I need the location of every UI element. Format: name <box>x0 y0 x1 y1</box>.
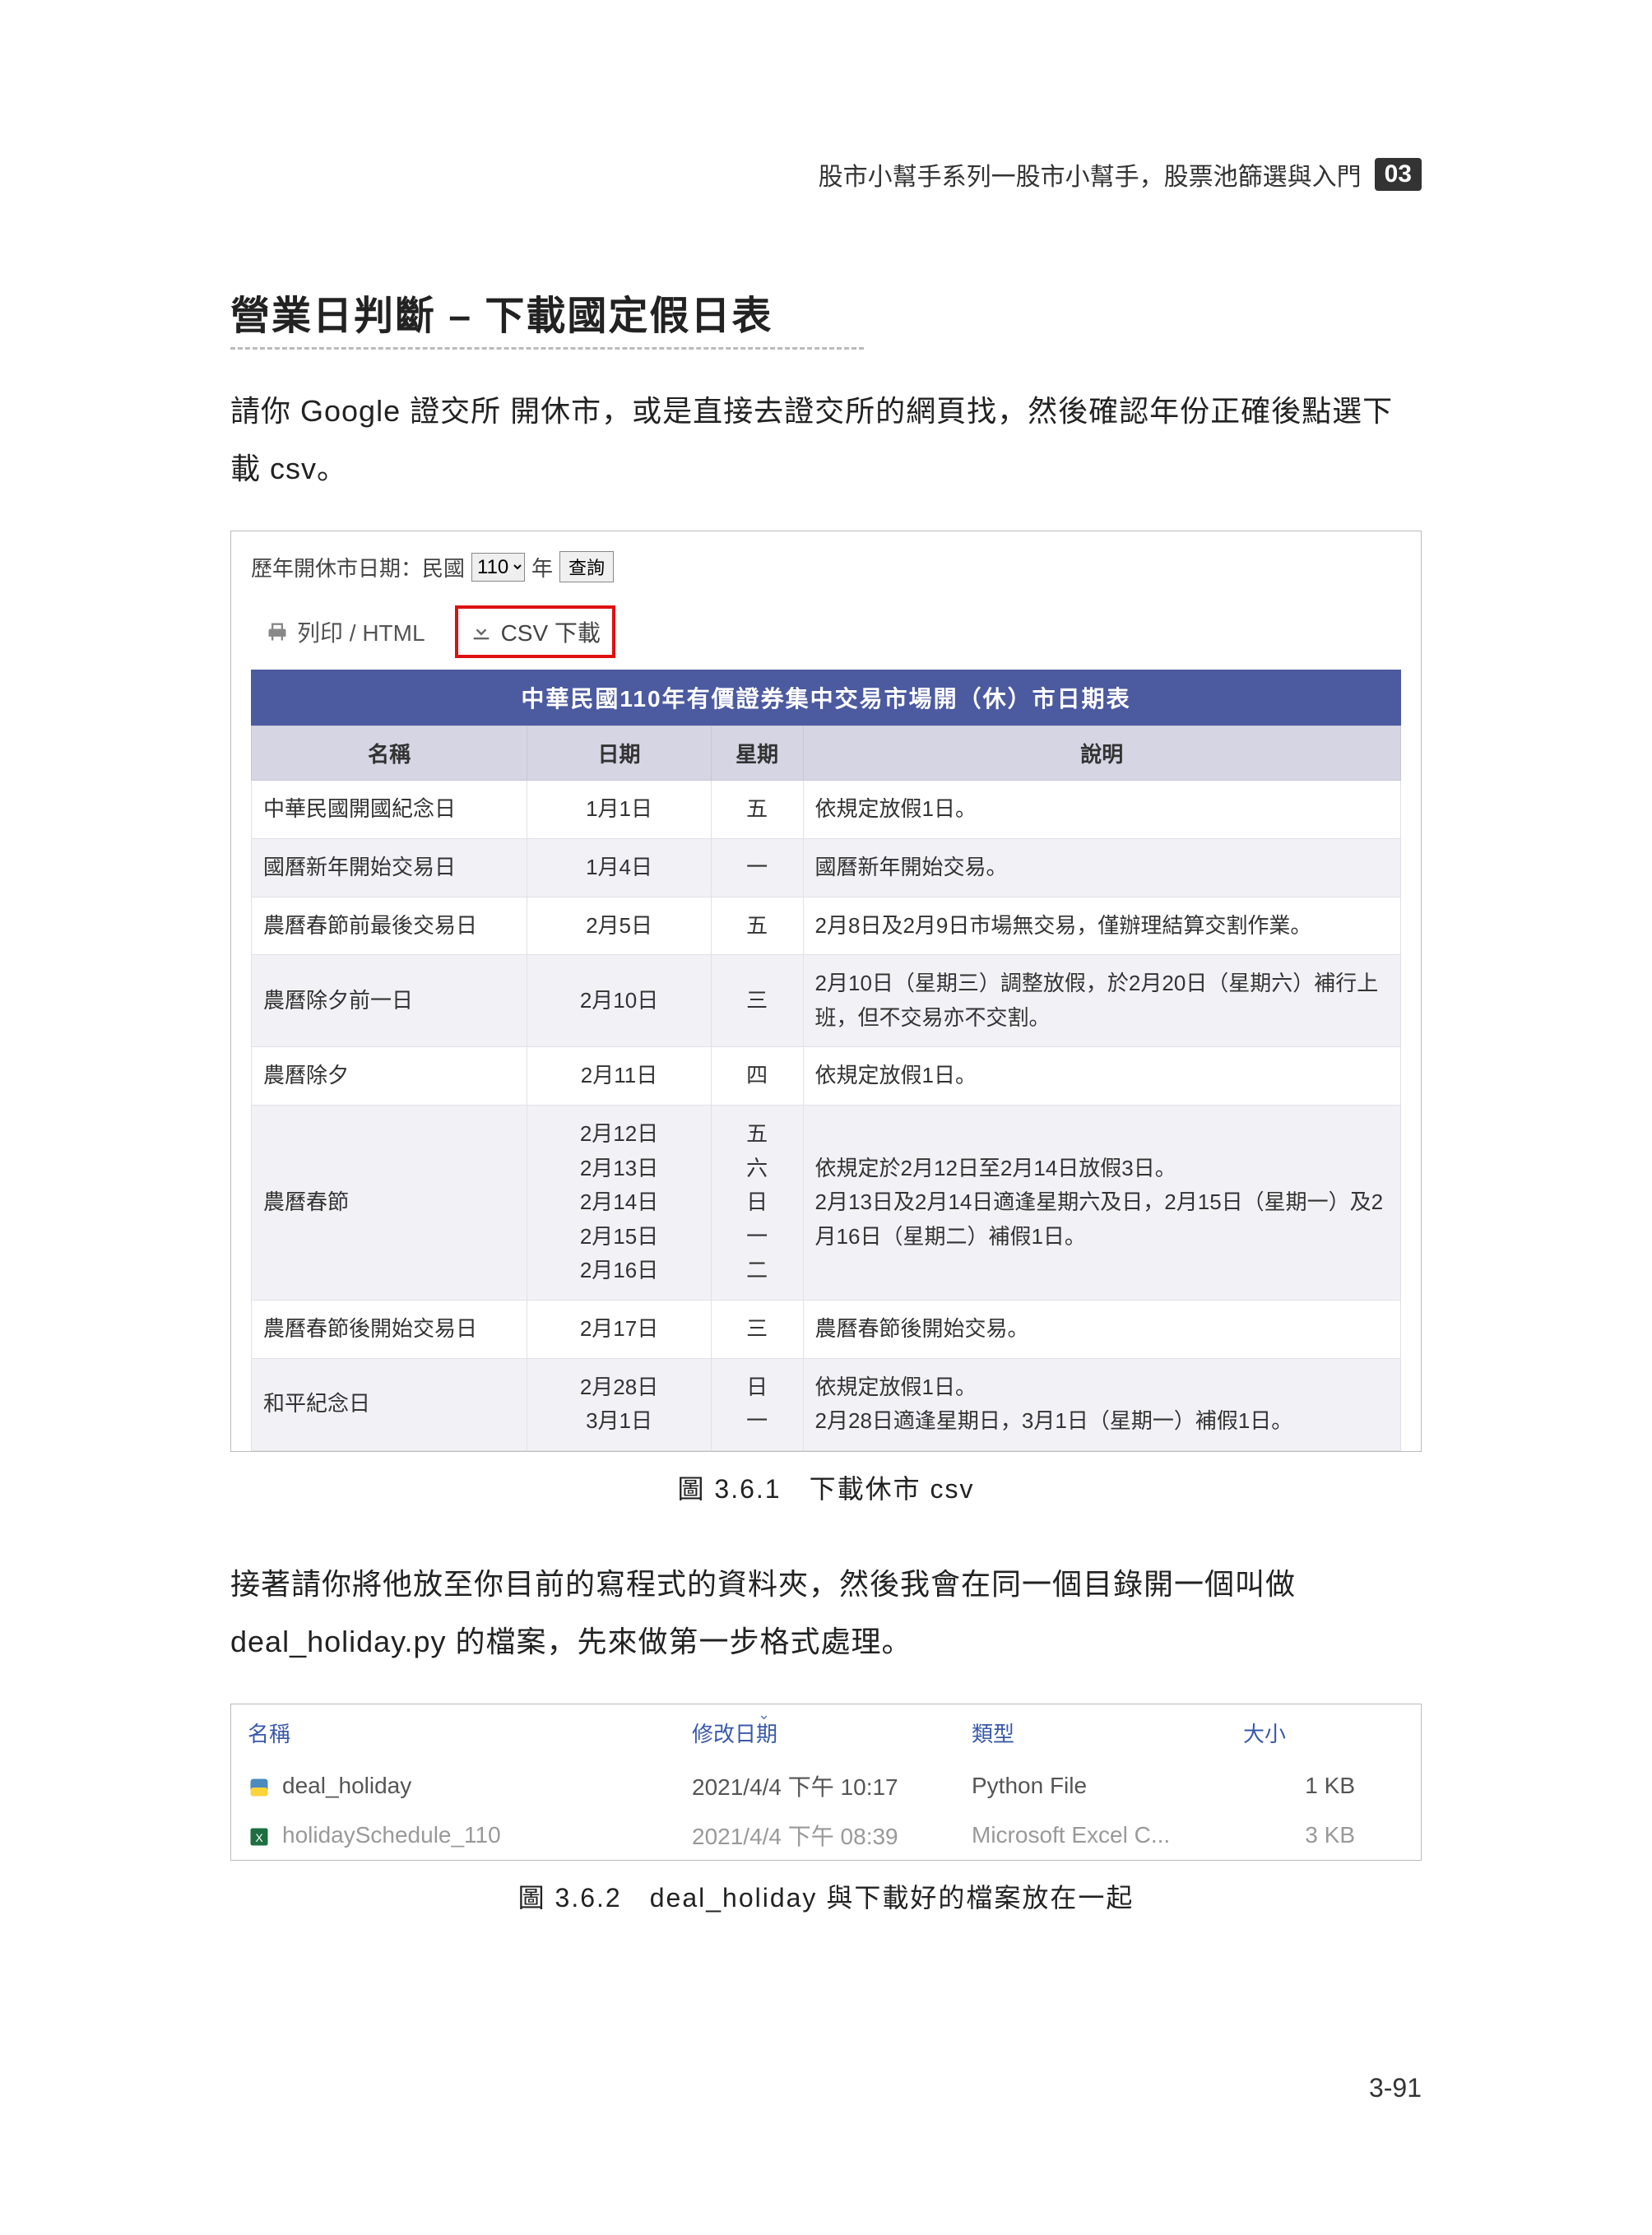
query-row: 歷年開休市日期：民國 110 年 查詢 <box>251 551 1401 582</box>
table-row: 和平紀念日2月28日 3月1日日 一依規定放假1日。 2月28日適逢星期日，3月… <box>252 1358 1401 1450</box>
file-row[interactable]: XholidaySchedule_110 2021/4/4 下午 08:39Mic… <box>231 1811 1421 1860</box>
table-row: 農曆除夕2月11日四依規定放假1日。 <box>252 1047 1401 1106</box>
screenshot-file-explorer: 名稱 ⌄ 修改日期 類型 大小 deal_holiday 2021/4/4 下午 … <box>230 1704 1422 1861</box>
cell-date: 2月5日 <box>527 897 712 955</box>
csv-label: CSV 下載 <box>501 615 601 648</box>
svg-text:X: X <box>255 1831 263 1844</box>
cell-weekday: 五 <box>711 781 803 839</box>
breadcrumb: 股市小幫手系列一股市小幫手，股票池篩選與入門 03 <box>230 156 1422 192</box>
download-icon <box>470 620 493 643</box>
cell-date: 1月4日 <box>527 838 712 897</box>
cell-date: 1月1日 <box>527 781 712 839</box>
csv-download-button[interactable]: CSV 下載 <box>455 605 615 658</box>
cell-desc: 2月8日及2月9日市場無交易，僅辦理結算交割作業。 <box>803 897 1400 955</box>
cell-desc: 國曆新年開始交易。 <box>803 838 1400 897</box>
search-button[interactable]: 查詢 <box>559 551 614 582</box>
cell-name: 農曆春節 <box>252 1105 527 1300</box>
table-caption: 中華民國110年有價證券集中交易市場開（休）市日期表 <box>251 670 1401 726</box>
intro-paragraph: 請你 Google 證交所 開休市，或是直接去證交所的網頁找，然後確認年份正確後… <box>230 383 1422 498</box>
files-header: 名稱 ⌄ 修改日期 類型 大小 <box>231 1704 1421 1761</box>
cell-name: 農曆除夕 <box>252 1047 527 1106</box>
cell-date: 2月28日 3月1日 <box>527 1358 712 1450</box>
cell-name: 農曆春節後開始交易日 <box>252 1300 527 1358</box>
file-date: 2021/4/4 下午 08:39 <box>692 1819 972 1852</box>
screenshot-holiday-table: 歷年開休市日期：民國 110 年 查詢 列印 / HTML CSV 下載 <box>230 531 1422 1451</box>
col-weekday: 星期 <box>711 726 803 781</box>
section-title: 營業日判斷 – 下載國定假日表 <box>230 283 1422 341</box>
cell-weekday: 一 <box>711 838 803 897</box>
cell-name: 和平紀念日 <box>252 1358 527 1450</box>
files-col-date[interactable]: ⌄ 修改日期 <box>692 1718 972 1748</box>
cell-desc: 依規定放假1日。 <box>803 781 1400 839</box>
cell-weekday: 三 <box>711 1300 803 1358</box>
cell-name: 國曆新年開始交易日 <box>252 838 527 897</box>
breadcrumb-text: 股市小幫手系列一股市小幫手，股票池篩選與入門 <box>819 156 1362 192</box>
file-name: deal_holiday <box>282 1773 411 1798</box>
year-suffix: 年 <box>531 552 553 582</box>
cell-desc: 依規定於2月12日至2月14日放假3日。 2月13日及2月14日適逢星期六及日，… <box>803 1105 1400 1300</box>
table-row: 農曆春節2月12日 2月13日 2月14日 2月15日 2月16日五 六 日 一… <box>252 1105 1401 1300</box>
table-row: 農曆春節前最後交易日2月5日五2月8日及2月9日市場無交易，僅辦理結算交割作業。 <box>252 897 1401 955</box>
cell-desc: 2月10日（星期三）調整放假，於2月20日（星期六）補行上班，但不交易亦不交割。 <box>803 955 1400 1047</box>
printer-icon <box>266 620 289 643</box>
table-row: 中華民國開國紀念日1月1日五依規定放假1日。 <box>252 781 1401 839</box>
file-name: holidaySchedule_110 <box>282 1822 501 1848</box>
cell-name: 農曆除夕前一日 <box>252 955 527 1047</box>
cell-date: 2月12日 2月13日 2月14日 2月15日 2月16日 <box>527 1105 712 1300</box>
toolbar: 列印 / HTML CSV 下載 <box>254 605 1401 658</box>
files-col-name[interactable]: 名稱 <box>248 1718 692 1748</box>
holiday-table: 中華民國110年有價證券集中交易市場開（休）市日期表 名稱 日期 星期 說明 中… <box>251 670 1401 1450</box>
table-row: 國曆新年開始交易日1月4日一國曆新年開始交易。 <box>252 838 1401 897</box>
col-name: 名稱 <box>252 726 527 781</box>
files-col-type[interactable]: 類型 <box>972 1718 1243 1748</box>
file-type: Python File <box>972 1773 1243 1799</box>
cell-weekday: 四 <box>711 1047 803 1106</box>
file-type: Microsoft Excel C... <box>972 1822 1243 1848</box>
cell-weekday: 五 六 日 一 二 <box>711 1105 803 1300</box>
file-size: 1 KB <box>1243 1773 1404 1799</box>
figure-caption-2: 圖 3.6.2 deal_holiday 與下載好的檔案放在一起 <box>230 1877 1422 1915</box>
cell-weekday: 日 一 <box>711 1358 803 1450</box>
mid-paragraph: 接著請你將他放至你目前的寫程式的資料夾，然後我會在同一個目錄開一個叫做 deal… <box>230 1556 1422 1671</box>
col-desc: 說明 <box>803 726 1400 781</box>
file-size: 3 KB <box>1243 1822 1404 1848</box>
cell-date: 2月17日 <box>527 1300 712 1358</box>
python-file-icon <box>248 1776 271 1799</box>
cell-name: 農曆春節前最後交易日 <box>252 897 527 955</box>
cell-desc: 依規定放假1日。 <box>803 1047 1400 1106</box>
excel-file-icon: X <box>248 1825 271 1848</box>
cell-weekday: 三 <box>711 955 803 1047</box>
sort-caret-icon: ⌄ <box>758 1706 770 1723</box>
title-underline <box>230 347 864 350</box>
cell-date: 2月10日 <box>527 955 712 1047</box>
query-prefix: 歷年開休市日期：民國 <box>251 552 465 582</box>
figure-caption-1: 圖 3.6.1 下載休市 csv <box>230 1468 1422 1506</box>
cell-date: 2月11日 <box>527 1047 712 1106</box>
file-row[interactable]: deal_holiday 2021/4/4 下午 10:17Python File… <box>231 1761 1421 1811</box>
year-select[interactable]: 110 <box>471 553 525 582</box>
print-label: 列印 / HTML <box>297 615 425 648</box>
cell-desc: 依規定放假1日。 2月28日適逢星期日，3月1日（星期一）補假1日。 <box>803 1358 1400 1450</box>
cell-weekday: 五 <box>711 897 803 955</box>
chapter-badge: 03 <box>1375 158 1422 191</box>
col-date: 日期 <box>527 726 712 781</box>
files-col-size[interactable]: 大小 <box>1243 1718 1404 1748</box>
cell-desc: 農曆春節後開始交易。 <box>803 1300 1400 1358</box>
file-date: 2021/4/4 下午 10:17 <box>692 1769 972 1802</box>
print-html-button[interactable]: 列印 / HTML <box>254 609 437 655</box>
table-row: 農曆除夕前一日2月10日三2月10日（星期三）調整放假，於2月20日（星期六）補… <box>252 955 1401 1047</box>
cell-name: 中華民國開國紀念日 <box>252 781 527 839</box>
page-number: 3-91 <box>1369 2073 1422 2103</box>
table-row: 農曆春節後開始交易日2月17日三農曆春節後開始交易。 <box>252 1300 1401 1358</box>
